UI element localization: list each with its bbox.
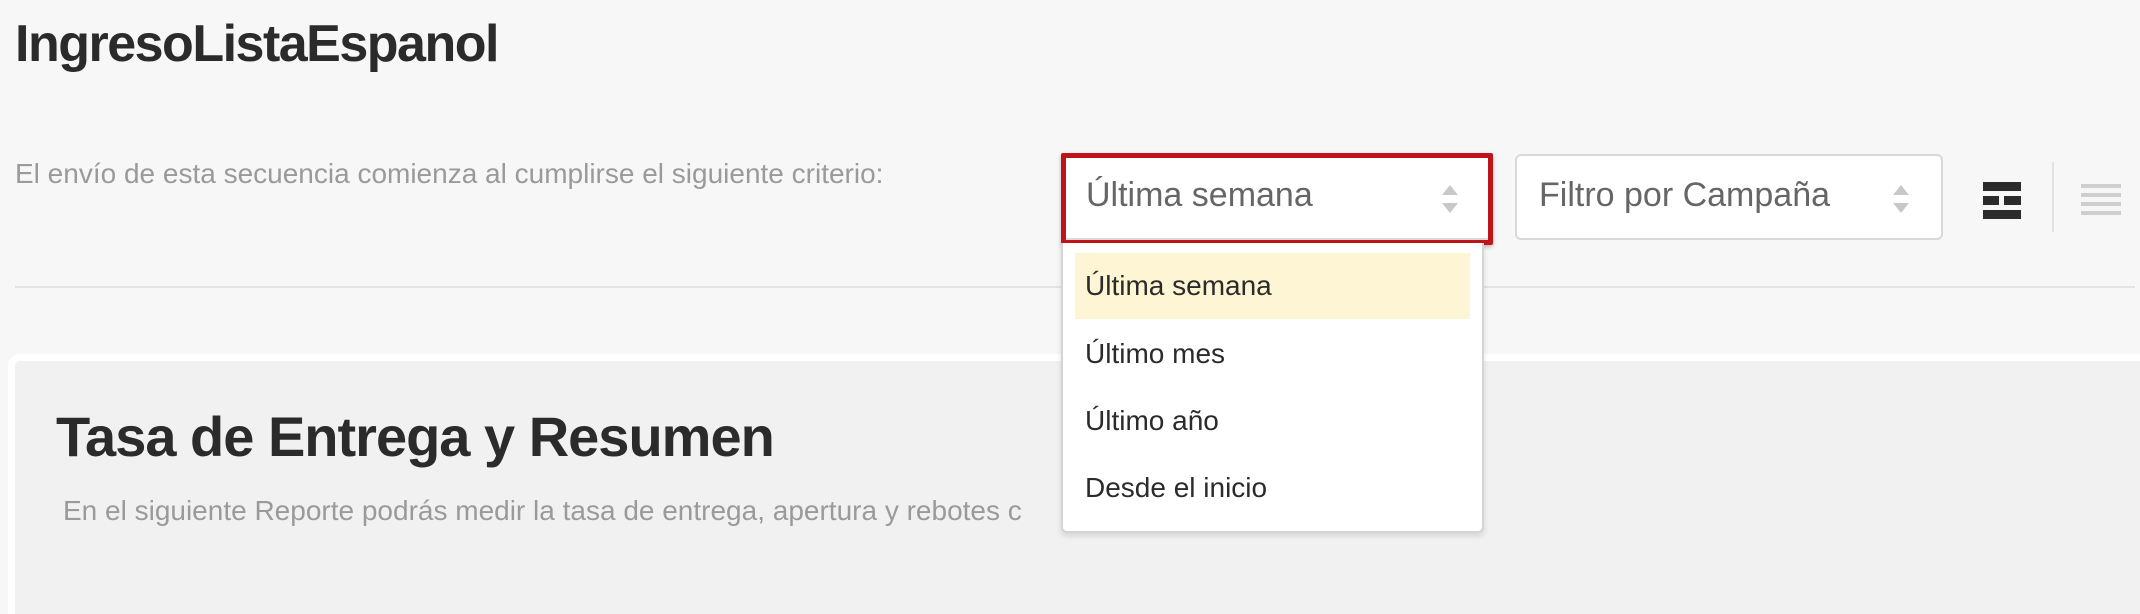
grid-view-icon[interactable] [1983, 182, 2021, 220]
report-title: Tasa de Entrega y Resumen [56, 405, 775, 468]
list-view-icon[interactable] [2081, 182, 2121, 220]
criteria-label: El envío de esta secuencia comienza al c… [15, 158, 884, 189]
period-select[interactable]: Última semana [1062, 154, 1492, 240]
dropdown-option-last-week[interactable]: Última semana [1075, 253, 1470, 319]
period-dropdown-menu: Última semana Último mes Último año Desd… [1061, 243, 1484, 533]
sort-arrows-icon [1442, 185, 1458, 213]
dropdown-option-last-month[interactable]: Último mes [1075, 321, 1470, 387]
campaign-filter-placeholder: Filtro por Campaña [1539, 176, 1831, 214]
view-toggle-divider [2052, 162, 2054, 232]
period-select-value: Última semana [1086, 176, 1313, 214]
sort-arrows-icon [1893, 185, 1909, 213]
report-description: En el siguiente Reporte podrás medir la … [63, 495, 1022, 526]
campaign-filter-select[interactable]: Filtro por Campaña [1515, 154, 1943, 240]
page-title: IngresoListaEspanol [15, 15, 499, 73]
dropdown-option-since-start[interactable]: Desde el inicio [1075, 455, 1470, 521]
dropdown-option-last-year[interactable]: Último año [1075, 388, 1470, 454]
